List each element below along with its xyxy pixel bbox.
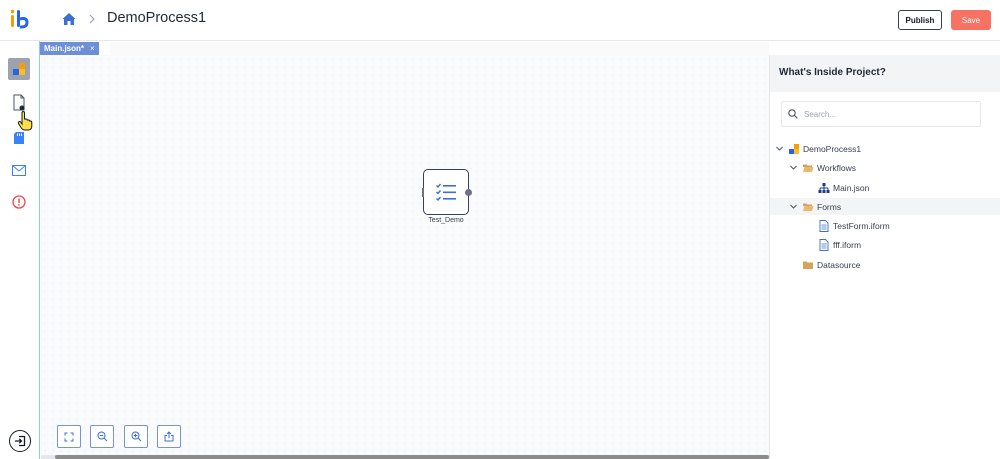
zoom-in-icon — [131, 431, 141, 442]
tab-main-json[interactable]: Main.json* × — [40, 42, 99, 55]
project-icon — [789, 143, 799, 154]
tree-item-forms[interactable]: Forms — [770, 198, 1000, 215]
zoom-out-button[interactable] — [90, 425, 114, 448]
chevron-down-icon[interactable] — [775, 144, 784, 153]
tree-item-label: fff.iform — [833, 239, 862, 250]
chevron-down-icon[interactable] — [789, 202, 798, 211]
node-input-port[interactable] — [422, 188, 424, 197]
folder-open-icon — [803, 203, 814, 211]
file-icon — [819, 238, 829, 251]
zoom-in-button[interactable] — [124, 425, 148, 448]
workflow-canvas[interactable]: Test_Demo — [41, 55, 769, 455]
exit-icon — [15, 435, 26, 447]
tab-label: Main.json* — [44, 44, 85, 53]
tree-item-label: TestForm.iform — [833, 220, 890, 231]
tree-item-label: DemoProcess1 — [803, 143, 862, 154]
horizontal-scrollbar[interactable] — [41, 455, 769, 459]
tree-item-label: Main.json — [833, 182, 870, 193]
fit-screen-icon — [64, 432, 74, 441]
page-title: DemoProcess1 — [107, 10, 207, 26]
workflow-node-test-demo[interactable] — [422, 169, 472, 215]
sidebar-item-mail[interactable] — [8, 159, 30, 181]
tab-strip — [110, 42, 769, 55]
search-box[interactable] — [781, 101, 981, 127]
left-sidebar — [0, 41, 40, 459]
sidebar-item-alerts[interactable] — [8, 191, 30, 213]
tree-item-main-json[interactable]: Main.json — [770, 179, 1000, 196]
chevron-right-icon — [89, 14, 95, 24]
search-icon — [788, 109, 798, 119]
app-header: ib DemoProcess1 Publish Save — [0, 0, 1000, 41]
fit-screen-button[interactable] — [57, 425, 81, 448]
process-icon — [13, 63, 25, 75]
tree-item-project[interactable]: DemoProcess1 — [770, 140, 1000, 157]
workflow-icon — [818, 182, 830, 193]
project-explorer-panel: What's Inside Project? DemoProcess1 Work… — [769, 55, 1000, 459]
checklist-icon — [436, 183, 456, 202]
publish-button[interactable]: Publish — [898, 10, 942, 30]
tree-item-fff[interactable]: fff.iform — [770, 236, 1000, 253]
export-button[interactable] — [157, 425, 181, 448]
export-icon — [164, 431, 174, 442]
tree-item-workflows[interactable]: Workflows — [770, 159, 1000, 176]
folder-open-icon — [803, 164, 814, 172]
search-input[interactable] — [804, 109, 964, 119]
close-icon[interactable]: × — [90, 44, 95, 53]
save-button[interactable]: Save — [951, 10, 991, 30]
file-icon — [819, 219, 829, 232]
sd-card-icon — [14, 132, 24, 144]
folder-icon — [803, 261, 813, 269]
sidebar-item-storage[interactable] — [8, 127, 30, 149]
home-icon[interactable] — [61, 11, 77, 27]
node-label: Test_Demo — [428, 217, 464, 224]
sidebar-item-process[interactable] — [8, 58, 30, 80]
tree-item-datasource[interactable]: Datasource — [770, 256, 1000, 273]
alert-icon — [12, 195, 26, 209]
chevron-down-icon[interactable] — [789, 163, 798, 172]
mail-icon — [12, 164, 26, 176]
panel-title: What's Inside Project? — [770, 55, 1000, 92]
zoom-out-icon — [97, 431, 107, 442]
scrollbar-thumb[interactable] — [55, 455, 769, 459]
document-icon — [13, 94, 25, 111]
node-output-port[interactable] — [465, 189, 472, 196]
tree-item-label: Datasource — [817, 259, 861, 270]
ib-logo-icon — [10, 9, 29, 29]
tree-item-label: Forms — [817, 201, 842, 212]
tree-item-label: Workflows — [817, 162, 857, 173]
exit-button[interactable] — [9, 430, 31, 452]
tree-item-testform[interactable]: TestForm.iform — [770, 217, 1000, 234]
